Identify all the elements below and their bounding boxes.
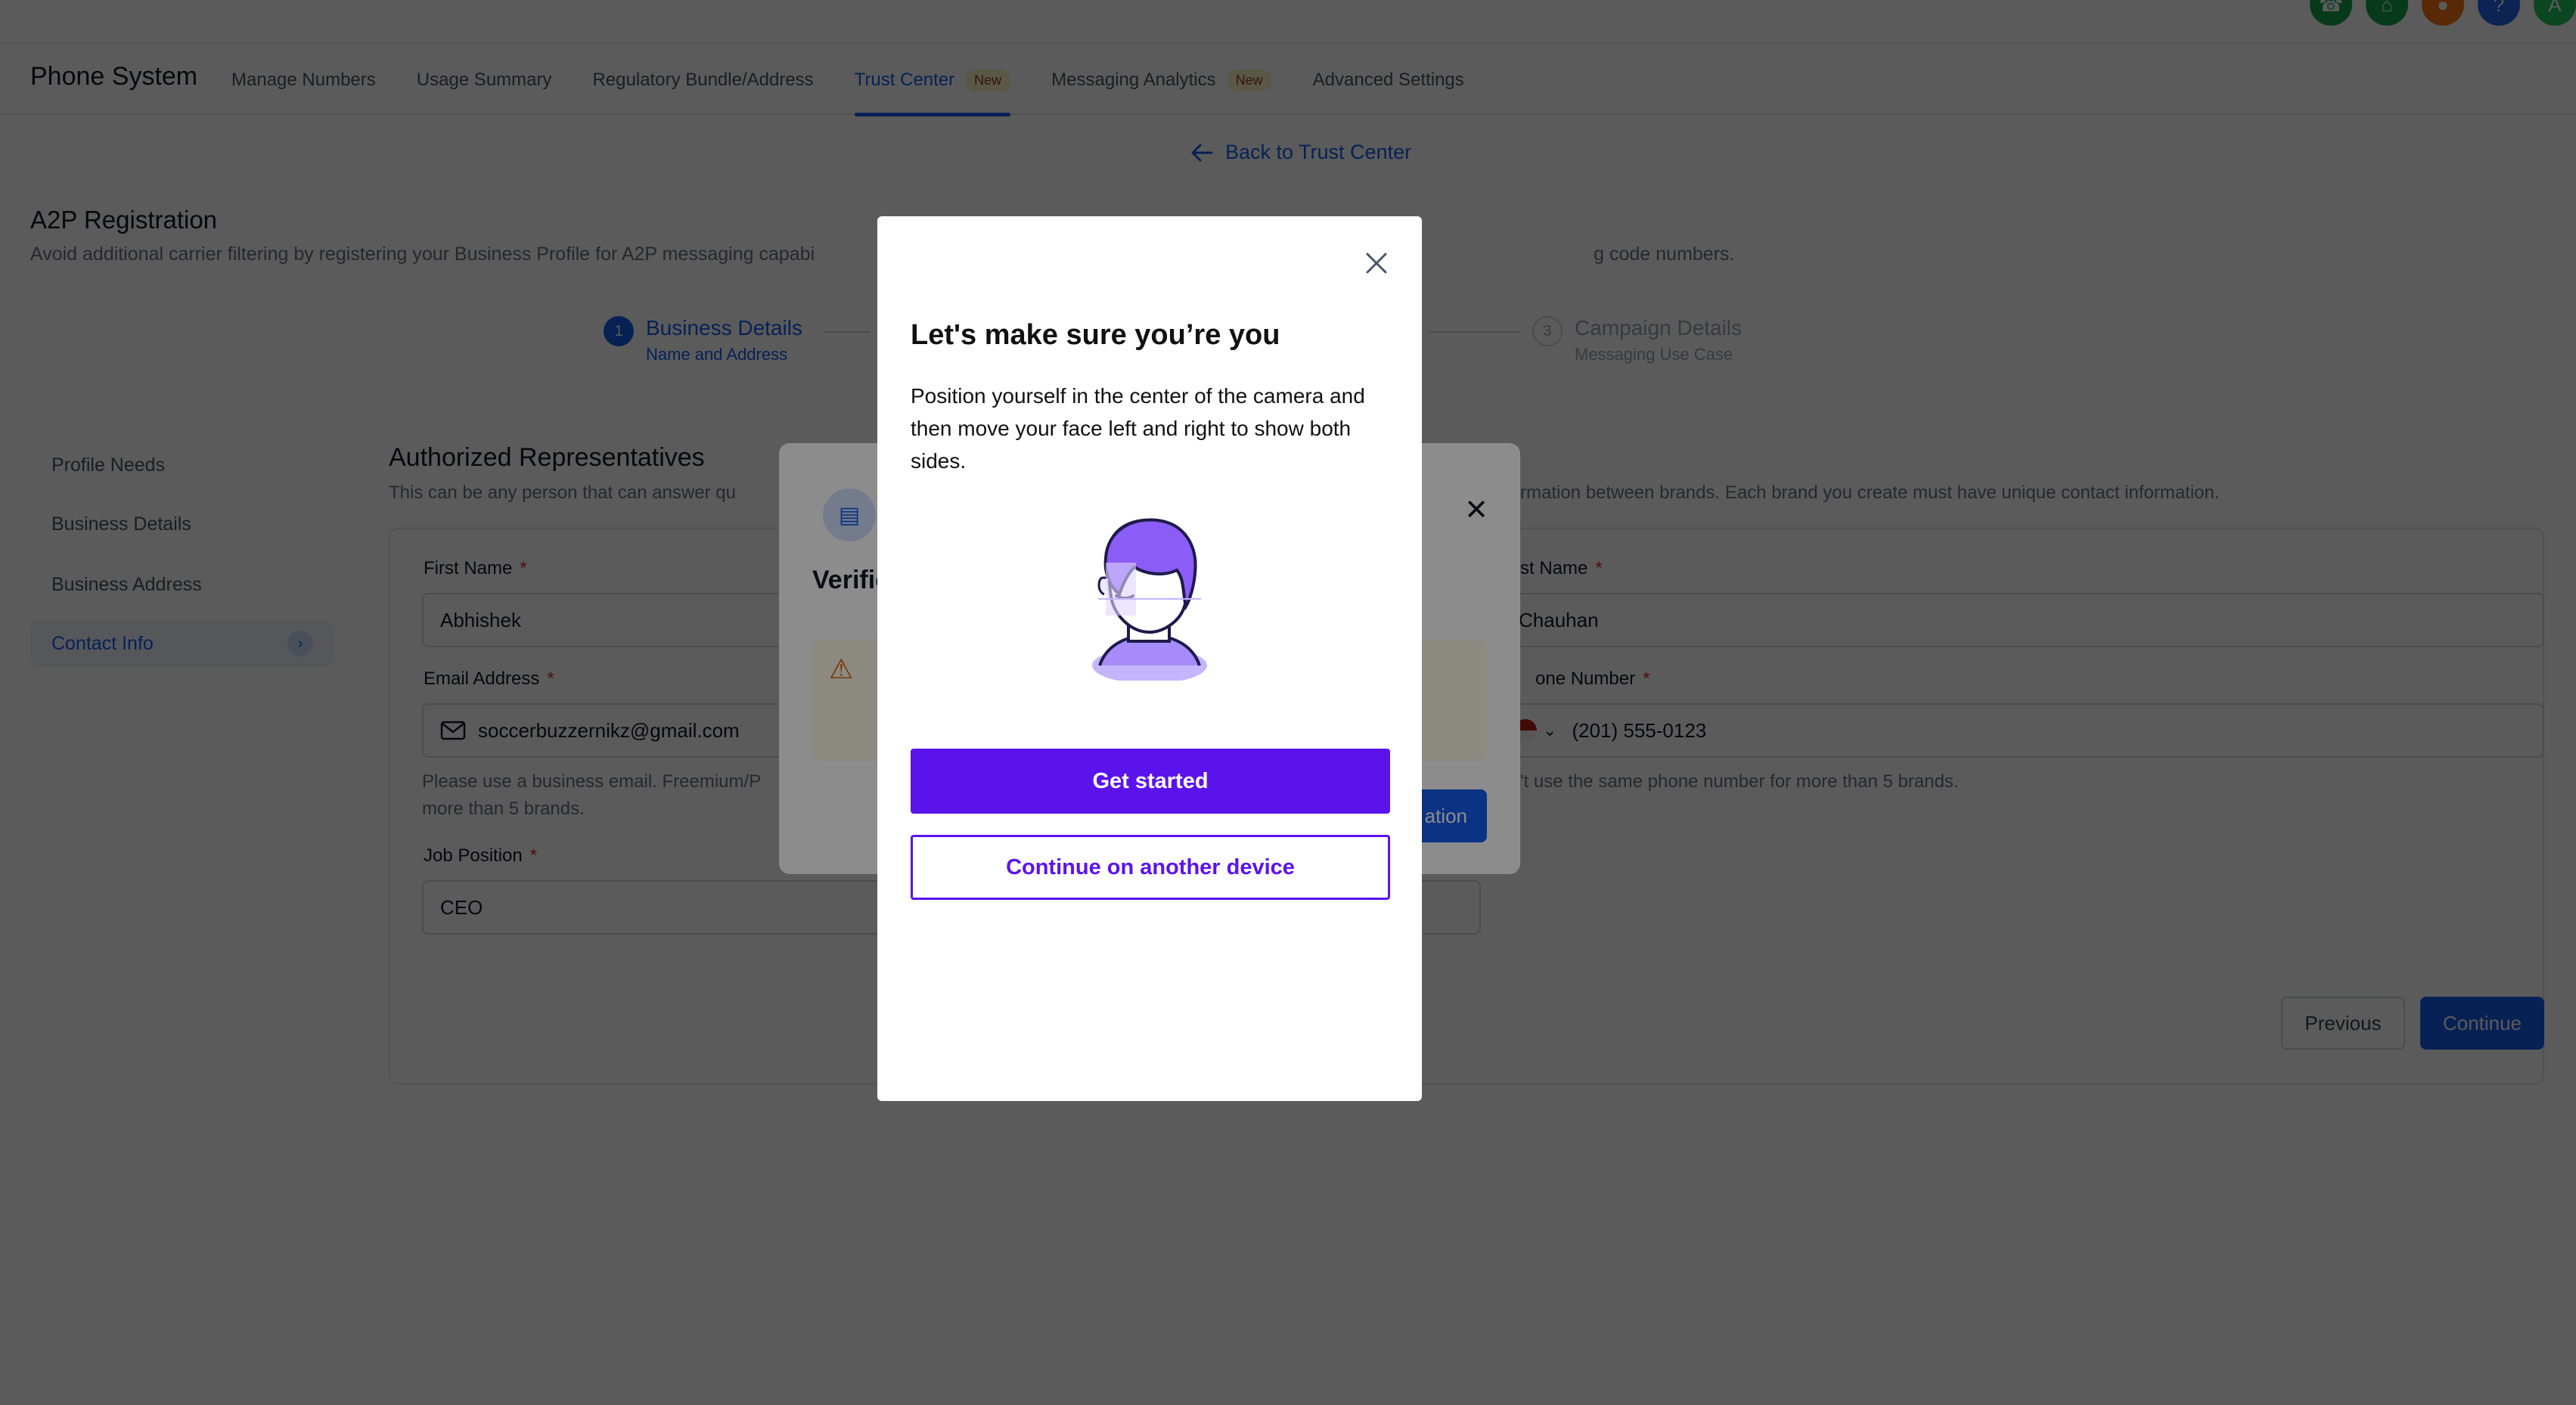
identity-verification-modal: Let's make sure you’re you Position your… <box>877 216 1422 1101</box>
modal-body: Position yourself in the center of the c… <box>911 384 1365 473</box>
close-icon[interactable] <box>1361 248 1392 278</box>
get-started-button[interactable]: Get started <box>911 749 1390 814</box>
modal-title: Let's make sure you’re you <box>911 319 1280 351</box>
face-scan-illustration <box>1092 518 1207 681</box>
continue-on-another-device-button[interactable]: Continue on another device <box>911 835 1390 900</box>
